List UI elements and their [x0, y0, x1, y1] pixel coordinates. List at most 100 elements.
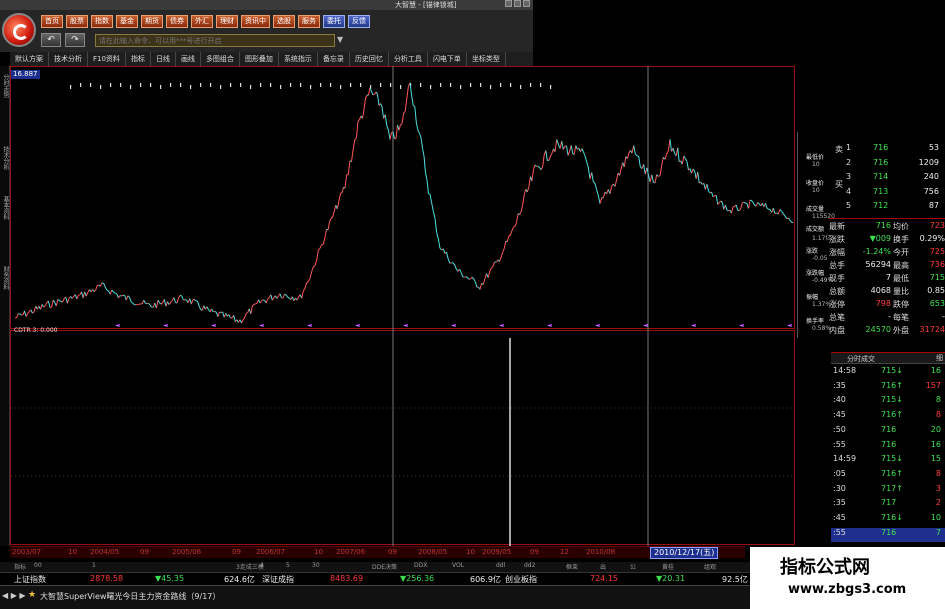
menu-item[interactable]: 股票 [66, 15, 88, 28]
menu-item[interactable]: 首页 [41, 15, 63, 28]
indicator-tab[interactable]: DDE决策 [372, 562, 397, 571]
left-tab[interactable]: 分时走势 [1, 74, 9, 98]
back-arrow-icon[interactable]: ↶ [41, 33, 61, 47]
indicator-tab[interactable]: DDX [414, 562, 427, 569]
index-ticker-item[interactable]: 724.15 [590, 574, 618, 583]
tick-list-header[interactable]: 分时成交 细 [831, 352, 945, 364]
index-ticker-item[interactable]: 2878.58 [90, 574, 123, 583]
indicator-tab[interactable]: 1 [92, 562, 96, 569]
function-bar-item[interactable]: 分析工具 [389, 52, 428, 66]
news-nav-arrows[interactable]: ◀ ▶ ▶ [2, 591, 26, 600]
event-marker [360, 83, 362, 87]
order-book-row[interactable]: 4 713 756 [831, 187, 945, 201]
time-axis[interactable]: 2003/07 10 2004/05 09 2005/06 09 2006/07 10 2007… [10, 546, 745, 558]
menu-item[interactable]: 基金 [116, 15, 138, 28]
indicator-tab[interactable]: 出 [600, 562, 606, 571]
tick-row[interactable]: :55 716 7 [831, 527, 945, 542]
tick-row[interactable]: :50 716 20 [831, 425, 945, 439]
function-bar-item[interactable]: 日线 [151, 52, 176, 66]
menu-item[interactable]: 委托 [323, 15, 345, 28]
price-segment [160, 302, 164, 305]
function-bar-item[interactable]: 指标 [126, 52, 151, 66]
order-book-row[interactable]: 5 712 87 [831, 201, 945, 215]
function-bar-item[interactable]: F10资料 [88, 52, 126, 66]
news-headline[interactable]: 大智慧SuperView曙光今日主力资金路线（9/17） [40, 591, 220, 602]
price-segment [82, 291, 86, 299]
function-bar-item[interactable]: 系统指示 [279, 52, 318, 66]
tick-row[interactable]: 14:59 715↓ 15 [831, 454, 945, 468]
indicator-tab[interactable]: 30 [312, 562, 320, 569]
indicator-tab[interactable]: 公 [630, 562, 636, 571]
indicator-tab[interactable]: 00 [34, 562, 42, 569]
index-ticker-item[interactable]: 创业板指 [505, 574, 537, 585]
split-marker: ◄ [355, 322, 360, 329]
index-ticker-item[interactable]: 606.9亿 [470, 574, 501, 585]
left-tab[interactable]: 财务资料 [1, 266, 9, 290]
index-ticker-item[interactable]: 上证指数 [14, 574, 46, 585]
event-marker [420, 83, 422, 87]
index-ticker-item[interactable]: 深证成指 [262, 574, 294, 585]
indicator-tab[interactable]: VOL [452, 562, 464, 569]
index-ticker-item[interactable]: ▼45.35 [155, 574, 184, 583]
indicator-tab[interactable]: ddl [496, 562, 505, 569]
order-book-row[interactable]: 3 714 240 [831, 172, 945, 186]
function-bar-item[interactable]: 闪电下单 [428, 52, 467, 66]
price-chart[interactable]: 0.670.33◄◄◄◄◄◄◄◄◄◄◄◄◄◄◄ [10, 66, 795, 546]
tick-row[interactable]: :40 715↓ 8 [831, 395, 945, 409]
command-input[interactable] [95, 34, 335, 47]
chevron-down-icon[interactable]: ▼ [337, 35, 343, 44]
function-bar-item[interactable]: 历史回忆 [350, 52, 389, 66]
indicator-tab[interactable]: 指标 [14, 562, 26, 571]
indicator-tab[interactable]: 组观 [704, 562, 716, 571]
menu-item[interactable]: 反馈 [348, 15, 370, 28]
tick-row[interactable]: :35 717 2 [831, 498, 945, 512]
indicator-tab[interactable]: 5 [286, 562, 290, 569]
index-ticker-item[interactable]: 624.6亿 [224, 574, 255, 585]
menu-item[interactable]: 资讯中 [241, 15, 270, 28]
menu-item[interactable]: 期货 [141, 15, 163, 28]
index-ticker-item[interactable]: ▼20.31 [656, 574, 685, 583]
menu-item[interactable]: 理财 [216, 15, 238, 28]
price-segment [431, 203, 434, 212]
tick-row[interactable]: :45 716↓ 10 [831, 513, 945, 527]
menu-item[interactable]: 指数 [91, 15, 113, 28]
function-bar-item[interactable]: 备忘录 [318, 52, 350, 66]
indicator-tab[interactable]: dd2 [524, 562, 535, 569]
forward-arrow-icon[interactable]: ↷ [65, 33, 85, 47]
function-bar-item[interactable]: 坐标类型 [467, 52, 506, 66]
left-tab[interactable]: 基本资料 [1, 196, 9, 220]
index-ticker-item[interactable]: ▼256.36 [400, 574, 434, 583]
tick-row[interactable]: :45 716↑ 8 [831, 410, 945, 424]
tick-price: 716 [881, 424, 897, 434]
indicator-tab[interactable]: 框束 [566, 562, 578, 571]
menu-item[interactable]: 选股 [273, 15, 295, 28]
tick-row[interactable]: :55 716 16 [831, 440, 945, 454]
function-bar-item[interactable]: 多图组合 [201, 52, 240, 66]
tick-row[interactable]: 14:58 715↓ 16 [831, 366, 945, 380]
app-logo[interactable] [2, 13, 36, 47]
tick-list[interactable]: 14:58 715↓ 16:35 716↑ 157:40 715↓ 8:45 716↑ 8:50… [831, 366, 945, 546]
left-tab[interactable]: 技术分析 [1, 146, 9, 170]
menu-item[interactable]: 外汇 [191, 15, 213, 28]
order-book-row[interactable]: 1 716 53 [831, 143, 945, 157]
tick-row[interactable]: :05 716↑ 8 [831, 469, 945, 483]
tick-detail-button[interactable]: 细 [936, 353, 943, 363]
maximize-icon[interactable] [514, 0, 521, 7]
index-ticker-item[interactable]: 92.5亿 [722, 574, 748, 585]
menu-item[interactable]: 服务 [298, 15, 320, 28]
order-book-row[interactable]: 2 716 1209 [831, 158, 945, 172]
indicator-tab[interactable]: 黄桂 [662, 562, 674, 571]
function-bar-item[interactable]: 图形叠加 [240, 52, 279, 66]
function-bar-item[interactable]: 默认方案 [10, 52, 49, 66]
minimize-icon[interactable] [505, 0, 512, 7]
menu-item[interactable]: 债券 [166, 15, 188, 28]
tick-row[interactable]: :30 717↑ 3 [831, 484, 945, 498]
function-bar-item[interactable]: 技术分析 [49, 52, 88, 66]
tick-row[interactable]: :35 716↑ 157 [831, 381, 945, 395]
time-axis-label: 09 [232, 548, 241, 556]
indicator-tab[interactable]: 4 [260, 562, 264, 569]
function-bar-item[interactable]: 画线 [176, 52, 201, 66]
close-icon[interactable] [523, 0, 530, 7]
index-ticker-item[interactable]: 8483.69 [330, 574, 363, 583]
tick-price: 715↓ [881, 366, 903, 375]
